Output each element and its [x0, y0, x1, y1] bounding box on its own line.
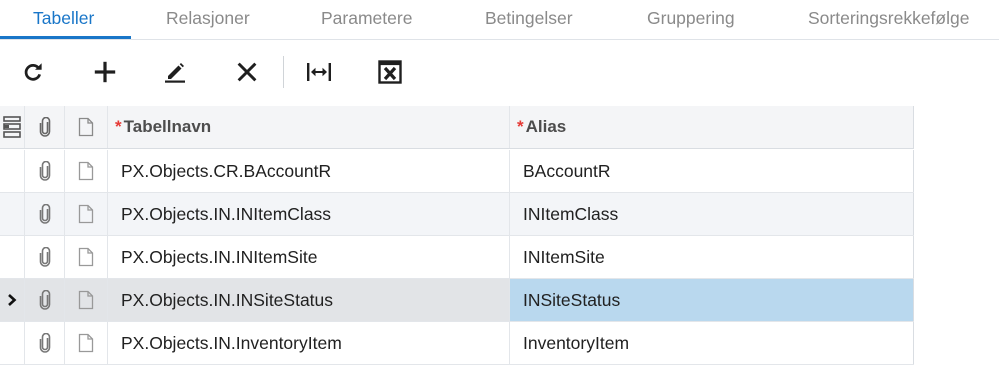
- alias-cell-active[interactable]: INSiteStatus: [510, 279, 914, 321]
- table-row[interactable]: PX.Objects.IN.INItemClass INItemClass: [0, 193, 914, 236]
- note-icon: [78, 117, 94, 137]
- note-icon: [78, 247, 94, 267]
- alias-cell[interactable]: InventoryItem: [510, 322, 914, 364]
- alias-cell[interactable]: INItemSite: [510, 236, 914, 278]
- row-note-cell[interactable]: [65, 193, 108, 235]
- refresh-button[interactable]: [16, 55, 50, 89]
- grid-header-row: * Tabellnavn * Alias: [0, 106, 914, 149]
- edit-button[interactable]: [158, 55, 192, 89]
- tab-relasjoner[interactable]: Relasjoner: [166, 0, 250, 39]
- column-chooser-icon: [3, 116, 21, 138]
- alias-header-label: Alias: [525, 117, 567, 136]
- fit-columns-icon: [307, 63, 331, 81]
- table-name-column-header[interactable]: * Tabellnavn: [108, 106, 510, 148]
- attachments-column-header[interactable]: [25, 106, 65, 148]
- table-name-cell[interactable]: PX.Objects.IN.INItemSite: [108, 236, 510, 278]
- paperclip-icon: [39, 290, 50, 310]
- note-icon: [78, 290, 94, 310]
- note-icon: [78, 204, 94, 224]
- current-row-chevron-icon: [8, 294, 17, 306]
- paperclip-icon: [39, 247, 50, 267]
- row-selector[interactable]: [0, 193, 25, 235]
- row-note-cell[interactable]: [65, 236, 108, 278]
- tab-betingelser[interactable]: Betingelser: [485, 0, 573, 39]
- note-icon: [78, 333, 94, 353]
- note-icon: [78, 161, 94, 181]
- table-name-cell[interactable]: PX.Objects.IN.INItemClass: [108, 193, 510, 235]
- row-attachment-cell[interactable]: [25, 193, 65, 235]
- paperclip-icon: [39, 333, 50, 353]
- alias-cell[interactable]: BAccountR: [510, 150, 914, 192]
- notes-column-header[interactable]: [65, 106, 108, 148]
- paperclip-icon: [39, 117, 50, 137]
- add-row-button[interactable]: [88, 55, 122, 89]
- row-selector[interactable]: [0, 279, 25, 321]
- delete-row-button[interactable]: [230, 55, 264, 89]
- table-row-selected[interactable]: PX.Objects.IN.INSiteStatus INSiteStatus: [0, 279, 914, 322]
- table-name-header-label: Tabellnavn: [123, 117, 212, 136]
- tab-bar: Tabeller Relasjoner Parametere Betingels…: [0, 0, 999, 40]
- tab-gruppering[interactable]: Gruppering: [647, 0, 735, 39]
- required-marker: *: [517, 117, 524, 136]
- toolbar-separator: [283, 56, 284, 88]
- row-selector[interactable]: [0, 322, 25, 364]
- table-name-cell[interactable]: PX.Objects.IN.InventoryItem: [108, 322, 510, 364]
- table-row[interactable]: PX.Objects.CR.BAccountR BAccountR: [0, 150, 914, 193]
- pencil-icon: [165, 63, 185, 83]
- table-row[interactable]: PX.Objects.IN.INItemSite INItemSite: [0, 236, 914, 279]
- row-note-cell[interactable]: [65, 279, 108, 321]
- row-attachment-cell[interactable]: [25, 150, 65, 192]
- tab-tabeller[interactable]: Tabeller: [33, 0, 94, 39]
- row-note-cell[interactable]: [65, 322, 108, 364]
- paperclip-icon: [39, 161, 50, 181]
- row-attachment-cell[interactable]: [25, 236, 65, 278]
- table-name-cell[interactable]: PX.Objects.IN.INSiteStatus: [108, 279, 510, 321]
- table-row[interactable]: PX.Objects.IN.InventoryItem InventoryIte…: [0, 322, 914, 365]
- row-attachment-cell[interactable]: [25, 279, 65, 321]
- paperclip-icon: [39, 204, 50, 224]
- toolbar: [0, 40, 999, 104]
- excel-export-icon: [378, 60, 402, 84]
- row-note-cell[interactable]: [65, 150, 108, 192]
- row-selector[interactable]: [0, 236, 25, 278]
- close-icon: [237, 62, 257, 82]
- export-excel-button[interactable]: [373, 55, 407, 89]
- alias-column-header[interactable]: * Alias: [510, 106, 914, 148]
- plus-icon: [94, 61, 116, 83]
- table-name-cell[interactable]: PX.Objects.CR.BAccountR: [108, 150, 510, 192]
- row-attachment-cell[interactable]: [25, 322, 65, 364]
- alias-cell[interactable]: INItemClass: [510, 193, 914, 235]
- active-tab-indicator: [0, 36, 131, 39]
- required-marker: *: [115, 117, 122, 136]
- column-chooser-cell[interactable]: [0, 106, 25, 148]
- row-selector[interactable]: [0, 150, 25, 192]
- tab-sorteringsrekkefolge[interactable]: Sorteringsrekkefølge: [808, 0, 969, 39]
- tab-parametere[interactable]: Parametere: [321, 0, 412, 39]
- refresh-icon: [24, 63, 42, 81]
- fit-columns-button[interactable]: [302, 55, 336, 89]
